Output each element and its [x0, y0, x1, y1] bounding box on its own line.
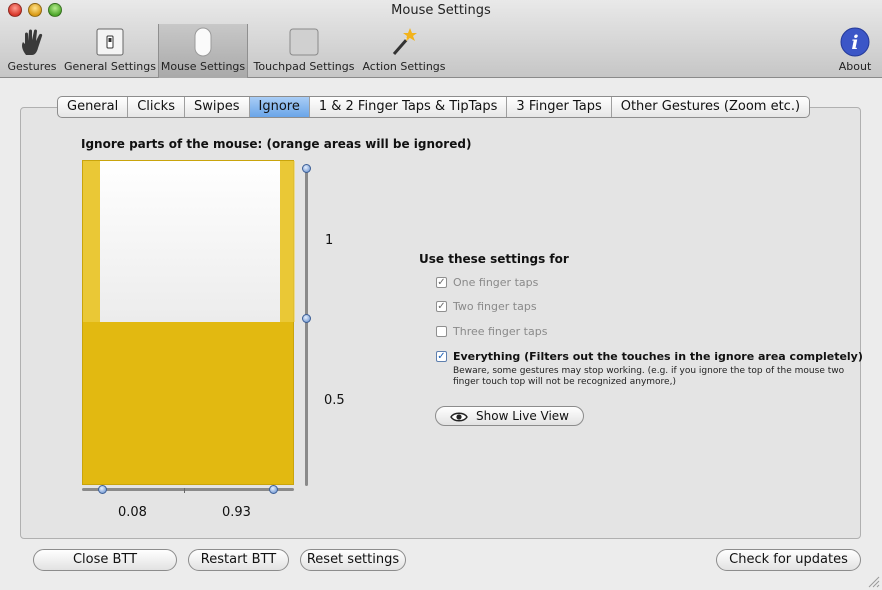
checkbox-everything[interactable]: ✓ [436, 351, 447, 362]
hand-icon [22, 29, 43, 55]
option-two-finger-taps[interactable]: ✓ Two finger taps [436, 300, 537, 313]
horizontal-slider-center-tick [184, 488, 185, 493]
toolbar-label-action-settings: Action Settings [362, 60, 446, 73]
tab-swipes[interactable]: Swipes [185, 97, 250, 117]
window-title: Mouse Settings [391, 3, 491, 18]
horizontal-ignore-slider[interactable] [82, 488, 294, 491]
toolbar-item-mouse-settings[interactable]: Mouse Settings [158, 24, 248, 78]
toolbar-label-touchpad-settings: Touchpad Settings [253, 60, 355, 73]
toolbar-label-mouse-settings: Mouse Settings [160, 60, 246, 73]
info-icon: i [840, 27, 870, 57]
trackpad-icon [289, 28, 319, 56]
warning-text: Beware, some gestures may stop working. … [453, 366, 845, 387]
tab-clicks[interactable]: Clicks [128, 97, 185, 117]
use-settings-heading: Use these settings for [419, 252, 569, 266]
option-label: Everything (Filters out the touches in t… [453, 350, 863, 363]
active-touch-zone [100, 161, 280, 322]
toolbar-item-action-settings[interactable]: Action Settings [360, 24, 448, 78]
toolbar-item-general-settings[interactable]: General Settings [64, 24, 156, 78]
reset-settings-button[interactable]: Reset settings [300, 549, 406, 571]
tab-bar: General Clicks Swipes Ignore 1 & 2 Finge… [57, 96, 811, 118]
option-everything[interactable]: ✓ Everything (Filters out the touches in… [436, 350, 863, 363]
toolbar-label-general-settings: General Settings [64, 60, 156, 73]
checkbox-three-finger-taps[interactable] [436, 326, 447, 337]
toolbar-item-touchpad-settings[interactable]: Touchpad Settings [252, 24, 356, 78]
tab-general[interactable]: General [58, 97, 129, 117]
toolbar-item-gestures[interactable]: Gestures [4, 24, 60, 78]
toolbar-label-about: About [838, 60, 872, 73]
option-label: Three finger taps [453, 325, 548, 338]
close-btt-button[interactable]: Close BTT [33, 549, 177, 571]
checkbox-one-finger-taps[interactable]: ✓ [436, 277, 447, 288]
magic-mouse-icon [194, 27, 212, 57]
magic-wand-icon [392, 28, 417, 55]
option-three-finger-taps[interactable]: Three finger taps [436, 325, 547, 338]
switch-icon [96, 28, 124, 56]
right-boundary-value: 0.93 [222, 505, 251, 520]
option-label: Two finger taps [453, 300, 537, 313]
vertical-label-middle: 0.5 [324, 393, 345, 408]
checkbox-two-finger-taps[interactable]: ✓ [436, 301, 447, 312]
check-for-updates-button[interactable]: Check for updates [716, 549, 861, 571]
tab-3-finger-taps[interactable]: 3 Finger Taps [507, 97, 612, 117]
mouse-ignore-area[interactable] [82, 160, 295, 485]
toolbar-label-gestures: Gestures [7, 60, 57, 73]
tab-ignore[interactable]: Ignore [249, 97, 310, 117]
svg-text:i: i [851, 32, 858, 54]
left-boundary-value: 0.08 [118, 505, 147, 520]
horizontal-slider-right-knob[interactable] [269, 485, 278, 494]
tab-finger-taps[interactable]: 1 & 2 Finger Taps & TipTaps [310, 97, 508, 117]
vertical-ignore-slider[interactable] [305, 168, 308, 486]
show-live-view-label: Show Live View [476, 409, 569, 423]
restart-btt-button[interactable]: Restart BTT [188, 549, 289, 571]
eye-icon [450, 412, 468, 421]
horizontal-slider-left-knob[interactable] [98, 485, 107, 494]
resize-grip-icon[interactable] [866, 574, 880, 588]
window-titlebar: Mouse Settings Gestures General Settings… [0, 0, 882, 78]
option-label: One finger taps [453, 276, 539, 289]
vertical-slider-middle-knob[interactable] [302, 314, 311, 323]
option-one-finger-taps[interactable]: ✓ One finger taps [436, 276, 538, 289]
vertical-slider-top-knob[interactable] [302, 164, 311, 173]
show-live-view-button[interactable]: Show Live View [435, 406, 584, 426]
vertical-label-top: 1 [325, 233, 334, 248]
tab-other-gestures[interactable]: Other Gestures (Zoom etc.) [612, 97, 809, 117]
ignore-heading: Ignore parts of the mouse: (orange areas… [81, 137, 472, 151]
toolbar-item-about[interactable]: i About [832, 24, 878, 78]
